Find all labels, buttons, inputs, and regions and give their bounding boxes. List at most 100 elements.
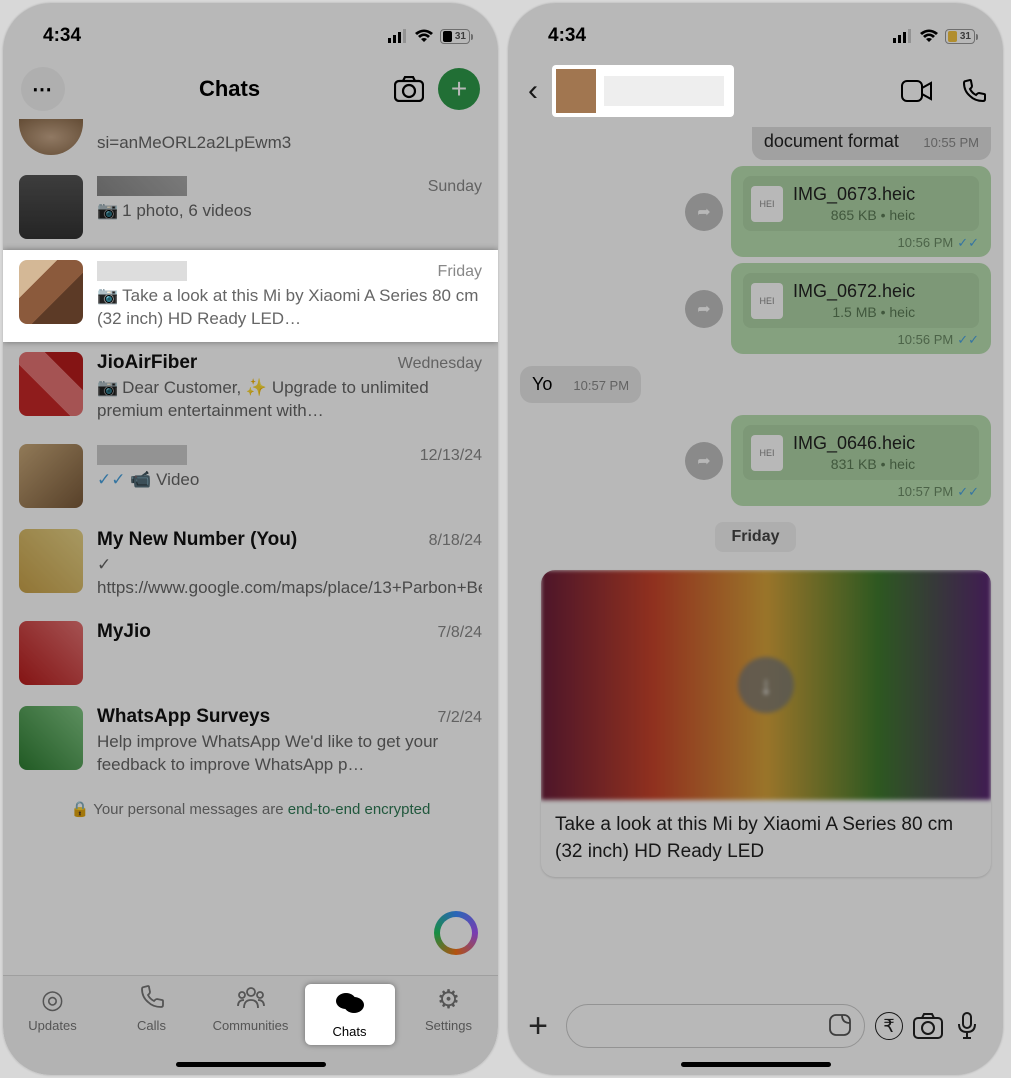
status-time: 4:34 [43, 25, 81, 47]
forward-button[interactable]: ➦ [685, 290, 723, 328]
video-call-button[interactable] [901, 80, 933, 102]
avatar [19, 706, 83, 770]
tab-chats[interactable]: Chats [305, 984, 395, 1045]
conversation-body[interactable]: document format 10:55 PM ➦ HEI IMG_0673.… [508, 123, 1003, 1035]
file-icon: HEI [751, 186, 783, 222]
avatar [19, 444, 83, 508]
chat-preview: ✓ https://www.google.com/maps/place/13+P… [97, 554, 482, 600]
chat-time: Sunday [428, 178, 482, 196]
attach-button[interactable]: + [520, 1007, 556, 1046]
conversation-header: ‹ [508, 59, 1003, 123]
more-button[interactable]: ⋯ [21, 67, 65, 111]
download-button[interactable]: ↓ [738, 657, 794, 713]
link-preview-text: Take a look at this Mi by Xiaomi A Serie… [541, 800, 991, 877]
chat-name: WhatsApp Surveys [97, 706, 270, 728]
gear-icon: ⚙ [437, 984, 460, 1014]
document-message[interactable]: ➦ HEI IMG_0646.heic 831 KB • heic 10:57 … [731, 415, 991, 506]
avatar [19, 529, 83, 593]
new-chat-button[interactable]: + [438, 68, 480, 110]
message-time: 10:56 PM [898, 235, 954, 250]
meta-ai-button[interactable] [434, 911, 478, 955]
camera-button[interactable] [913, 1013, 947, 1039]
home-indicator[interactable] [176, 1062, 326, 1067]
back-button[interactable]: ‹ [524, 74, 542, 108]
payment-button[interactable]: ₹ [875, 1012, 903, 1040]
read-ticks-icon: ✓✓ [957, 235, 979, 250]
chats-icon [335, 990, 365, 1020]
chat-time: Wednesday [398, 355, 482, 373]
message-text: Yo [532, 374, 552, 394]
link-preview-image: ↓ [541, 570, 991, 800]
battery-icon: 31 [945, 29, 975, 44]
encryption-link[interactable]: end-to-end encrypted [288, 801, 431, 818]
chat-name: JioAirFiber [97, 352, 197, 374]
tab-calls[interactable]: Calls [107, 984, 197, 1033]
chat-list[interactable]: si=anMeORL2a2LpEwm3 Sunday 📷1 photo, 6 v… [3, 119, 498, 822]
tab-bar: ◎Updates Calls Communities Chats ⚙Settin… [3, 975, 498, 1075]
voice-call-button[interactable] [961, 78, 987, 104]
message-text: document format [764, 131, 899, 151]
chat-row[interactable]: WhatsApp Surveys 7/2/24 Help improve Wha… [3, 696, 498, 788]
chat-row[interactable]: Sunday 📷1 photo, 6 videos [3, 165, 498, 250]
camera-icon: 📷 [97, 286, 118, 305]
camera-icon[interactable] [394, 76, 424, 102]
chat-preview: Help improve WhatsApp We'd like to get y… [97, 731, 482, 777]
avatar [19, 175, 83, 239]
message-time: 10:55 PM [923, 135, 979, 150]
tab-updates[interactable]: ◎Updates [8, 984, 98, 1033]
updates-icon: ◎ [41, 984, 64, 1014]
chat-preview: 📷1 photo, 6 videos [97, 200, 482, 223]
read-ticks-icon: ✓✓ [97, 470, 126, 489]
chat-row-selected[interactable]: Friday 📷Take a look at this Mi by Xiaomi… [3, 250, 498, 342]
home-indicator[interactable] [681, 1062, 831, 1067]
tab-communities[interactable]: Communities [206, 984, 296, 1033]
forward-button[interactable]: ➦ [685, 442, 723, 480]
document-meta: 865 KB • heic [793, 207, 915, 223]
camera-icon: 📷 [97, 201, 118, 220]
date-separator: Friday [715, 522, 795, 552]
contact-info[interactable] [552, 65, 734, 117]
document-message[interactable]: ➦ HEI IMG_0672.heic 1.5 MB • heic 10:56 … [731, 263, 991, 354]
cellular-icon [893, 29, 913, 43]
chat-preview: 📷Take a look at this Mi by Xiaomi A Seri… [97, 285, 482, 331]
chat-preview: 📷Dear Customer, ✨ Upgrade to unlimited p… [97, 377, 482, 423]
message-time: 10:56 PM [898, 332, 954, 347]
forward-button[interactable]: ➦ [685, 193, 723, 231]
file-icon: HEI [751, 435, 783, 471]
camera-icon: 📷 [97, 378, 118, 397]
chat-name [97, 175, 187, 197]
message-time: 10:57 PM [898, 484, 954, 499]
chat-row[interactable]: My New Number (You) 8/18/24 ✓ https://ww… [3, 519, 498, 611]
status-bar: 4:34 31 [508, 3, 1003, 59]
page-title: Chats [199, 76, 260, 102]
status-bar: 4:34 31 [3, 3, 498, 59]
cellular-icon [388, 29, 408, 43]
status-time: 4:34 [548, 25, 586, 47]
chat-time: Friday [438, 263, 482, 281]
document-name: IMG_0673.heic [793, 184, 915, 205]
incoming-message[interactable]: Yo 10:57 PM [520, 366, 641, 403]
link-preview-message[interactable]: ↓ Take a look at this Mi by Xiaomi A Ser… [541, 570, 991, 877]
chat-row[interactable]: JioAirFiber Wednesday 📷Dear Customer, ✨ … [3, 342, 498, 434]
chat-row[interactable]: MyJio 7/8/24 [3, 611, 498, 696]
chat-name: My New Number (You) [97, 529, 297, 551]
document-message[interactable]: ➦ HEI IMG_0673.heic 865 KB • heic 10:56 … [731, 166, 991, 257]
avatar [19, 352, 83, 416]
phone-icon [139, 984, 165, 1014]
document-meta: 1.5 MB • heic [793, 304, 915, 320]
document-name: IMG_0672.heic [793, 281, 915, 302]
contact-avatar [556, 69, 596, 113]
document-meta: 831 KB • heic [793, 456, 915, 472]
wifi-icon [919, 29, 939, 43]
wifi-icon [414, 29, 434, 43]
tab-settings[interactable]: ⚙Settings [404, 984, 494, 1033]
mic-button[interactable] [957, 1012, 991, 1040]
chat-name: MyJio [97, 621, 151, 643]
file-icon: HEI [751, 283, 783, 319]
chat-time: 7/2/24 [438, 709, 482, 727]
message-input[interactable] [566, 1004, 865, 1048]
sticker-button[interactable] [828, 1013, 852, 1037]
chat-row[interactable]: 12/13/24 ✓✓ 📹 Video [3, 434, 498, 519]
chat-time: 7/8/24 [438, 624, 482, 642]
chat-row-partial[interactable]: si=anMeORL2a2LpEwm3 [3, 119, 498, 165]
